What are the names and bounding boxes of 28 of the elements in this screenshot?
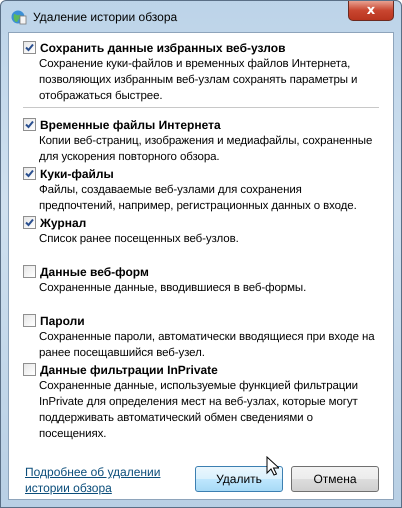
option-label[interactable]: Куки-файлы: [40, 166, 114, 180]
checkbox[interactable]: [23, 265, 36, 278]
mouse-pointer-icon: [266, 456, 279, 476]
option-label[interactable]: Данные веб-форм: [40, 264, 149, 278]
checkbox[interactable]: [23, 167, 36, 180]
window-title: Удаление истории обзора: [33, 10, 178, 24]
help-link[interactable]: Подробнее об удалении истории обзора: [25, 464, 165, 496]
option-label[interactable]: Сохранить данные избранных веб-узлов: [40, 40, 286, 54]
option-description: Сохраненные данные, используемые функцией фильтрации InPrivate для определения мест на веб-узлах, которые могут поддерживать автоматический обмен сведениями о посещениях.: [38, 379, 359, 442]
dialog-button[interactable]: Отмена: [291, 466, 379, 492]
option-label[interactable]: Журнал: [40, 216, 86, 230]
checkbox[interactable]: [23, 314, 36, 327]
close-button[interactable]: x: [348, 1, 394, 21]
checkbox[interactable]: [23, 363, 36, 376]
globe-icon: [11, 8, 27, 24]
option-description: Копии веб-страниц, изображения и медиафайлы, сохраненные для ускорения повторного обзора.: [38, 134, 374, 165]
checkbox[interactable]: [23, 118, 36, 131]
dialog-button[interactable]: Удалить: [195, 466, 283, 492]
checkbox[interactable]: [23, 216, 36, 229]
option-label[interactable]: Пароли: [40, 314, 85, 328]
option-description: Сохраненные данные, вводившиеся в веб-формы.: [38, 281, 308, 296]
option-description: Сохранение куки-файлов и временных файлов Интернета, позволяющих избранным веб-узлам сохранять параметры и отображаться быстрее.: [38, 57, 358, 104]
option-description: Файлы, создаваемые веб-узлами для сохранения предпочтений, например, регистрационных данных о входе.: [38, 183, 358, 214]
option-label[interactable]: Временные файлы Интернета: [40, 118, 221, 132]
checkbox[interactable]: [23, 41, 36, 54]
option-description: Список ранее посещенных веб-узлов.: [38, 232, 240, 247]
option-label[interactable]: Данные фильтрации InPrivate: [40, 362, 218, 376]
option-description: Сохраненные пароли, автоматически вводящиеся при входе на ранее посещавшийся веб-узел.: [38, 330, 376, 361]
